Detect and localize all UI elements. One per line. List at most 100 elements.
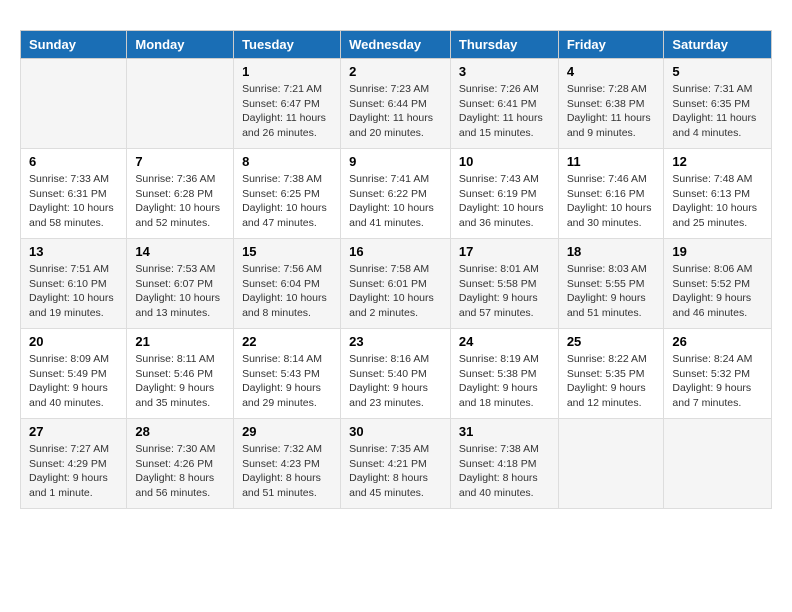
calendar-cell: 8 Sunrise: 7:38 AMSunset: 6:25 PMDaylight…	[234, 149, 341, 239]
day-number: 22	[242, 334, 332, 349]
day-number: 6	[29, 154, 118, 169]
day-number: 30	[349, 424, 442, 439]
day-number: 15	[242, 244, 332, 259]
calendar-cell: 25Sunrise: 8:22 AMSunset: 5:35 PMDayligh…	[558, 329, 664, 419]
day-number: 3	[459, 64, 550, 79]
day-number: 2	[349, 64, 442, 79]
day-number: 31	[459, 424, 550, 439]
day-info: Sunrise: 7:30 AMSunset: 4:26 PMDaylight:…	[135, 442, 225, 501]
day-info: Sunrise: 7:35 AMSunset: 4:21 PMDaylight:…	[349, 442, 442, 501]
day-info: Sunrise: 7:56 AMSunset: 6:04 PMDaylight:…	[242, 262, 332, 321]
calendar-cell	[127, 59, 234, 149]
day-info: Sunrise: 7:31 AMSunset: 6:35 PMDaylight:…	[672, 82, 763, 141]
day-number: 24	[459, 334, 550, 349]
day-number: 25	[567, 334, 656, 349]
calendar-cell: 3 Sunrise: 7:26 AMSunset: 6:41 PMDaylight…	[450, 59, 558, 149]
weekday-header-thursday: Thursday	[450, 31, 558, 59]
weekday-row: SundayMondayTuesdayWednesdayThursdayFrid…	[21, 31, 772, 59]
day-info: Sunrise: 8:11 AMSunset: 5:46 PMDaylight:…	[135, 352, 225, 411]
calendar-cell: 9Sunrise: 7:41 AMSunset: 6:22 PMDaylight…	[341, 149, 451, 239]
day-number: 4	[567, 64, 656, 79]
calendar-cell: 10 Sunrise: 7:43 AMSunset: 6:19 PMDayligh…	[450, 149, 558, 239]
day-number: 5	[672, 64, 763, 79]
weekday-header-sunday: Sunday	[21, 31, 127, 59]
day-number: 13	[29, 244, 118, 259]
day-info: Sunrise: 8:16 AMSunset: 5:40 PMDaylight:…	[349, 352, 442, 411]
day-info: Sunrise: 8:01 AMSunset: 5:58 PMDaylight:…	[459, 262, 550, 321]
day-info: Sunrise: 7:38 AMSunset: 4:18 PMDaylight:…	[459, 442, 550, 501]
calendar-cell: 1Sunrise: 7:21 AMSunset: 6:47 PMDaylight…	[234, 59, 341, 149]
day-number: 9	[349, 154, 442, 169]
day-number: 7	[135, 154, 225, 169]
day-number: 28	[135, 424, 225, 439]
day-info: Sunrise: 7:46 AMSunset: 6:16 PMDaylight:…	[567, 172, 656, 231]
weekday-header-friday: Friday	[558, 31, 664, 59]
calendar-body: 1Sunrise: 7:21 AMSunset: 6:47 PMDaylight…	[21, 59, 772, 509]
day-info: Sunrise: 7:38 AMSunset: 6:25 PMDaylight:…	[242, 172, 332, 231]
calendar-cell: 4 Sunrise: 7:28 AMSunset: 6:38 PMDaylight…	[558, 59, 664, 149]
calendar-cell: 24 Sunrise: 8:19 AMSunset: 5:38 PMDayligh…	[450, 329, 558, 419]
day-info: Sunrise: 8:03 AMSunset: 5:55 PMDaylight:…	[567, 262, 656, 321]
day-number: 16	[349, 244, 442, 259]
calendar-cell: 21 Sunrise: 8:11 AMSunset: 5:46 PMDayligh…	[127, 329, 234, 419]
day-number: 26	[672, 334, 763, 349]
calendar-header: SundayMondayTuesdayWednesdayThursdayFrid…	[21, 31, 772, 59]
day-info: Sunrise: 7:21 AMSunset: 6:47 PMDaylight:…	[242, 82, 332, 141]
calendar-cell: 28 Sunrise: 7:30 AMSunset: 4:26 PMDayligh…	[127, 419, 234, 509]
day-number: 10	[459, 154, 550, 169]
day-info: Sunrise: 7:43 AMSunset: 6:19 PMDaylight:…	[459, 172, 550, 231]
calendar-cell: 26 Sunrise: 8:24 AMSunset: 5:32 PMDayligh…	[664, 329, 772, 419]
day-info: Sunrise: 7:27 AMSunset: 4:29 PMDaylight:…	[29, 442, 118, 501]
calendar-table: SundayMondayTuesdayWednesdayThursdayFrid…	[20, 30, 772, 509]
day-number: 23	[349, 334, 442, 349]
day-info: Sunrise: 7:53 AMSunset: 6:07 PMDaylight:…	[135, 262, 225, 321]
day-number: 17	[459, 244, 550, 259]
calendar-cell: 5 Sunrise: 7:31 AMSunset: 6:35 PMDaylight…	[664, 59, 772, 149]
weekday-header-monday: Monday	[127, 31, 234, 59]
calendar-cell: 22 Sunrise: 8:14 AMSunset: 5:43 PMDayligh…	[234, 329, 341, 419]
weekday-header-tuesday: Tuesday	[234, 31, 341, 59]
calendar-cell: 15 Sunrise: 7:56 AMSunset: 6:04 PMDayligh…	[234, 239, 341, 329]
calendar-cell: 29Sunrise: 7:32 AMSunset: 4:23 PMDayligh…	[234, 419, 341, 509]
day-number: 12	[672, 154, 763, 169]
calendar-week-2: 6Sunrise: 7:33 AMSunset: 6:31 PMDaylight…	[21, 149, 772, 239]
day-info: Sunrise: 8:19 AMSunset: 5:38 PMDaylight:…	[459, 352, 550, 411]
calendar-cell	[664, 419, 772, 509]
calendar-cell: 17 Sunrise: 8:01 AMSunset: 5:58 PMDayligh…	[450, 239, 558, 329]
day-info: Sunrise: 7:58 AMSunset: 6:01 PMDaylight:…	[349, 262, 442, 321]
calendar-cell: 30 Sunrise: 7:35 AMSunset: 4:21 PMDayligh…	[341, 419, 451, 509]
day-info: Sunrise: 7:26 AMSunset: 6:41 PMDaylight:…	[459, 82, 550, 141]
weekday-header-wednesday: Wednesday	[341, 31, 451, 59]
day-number: 11	[567, 154, 656, 169]
calendar-cell: 12 Sunrise: 7:48 AMSunset: 6:13 PMDayligh…	[664, 149, 772, 239]
day-info: Sunrise: 7:36 AMSunset: 6:28 PMDaylight:…	[135, 172, 225, 231]
calendar-cell: 18Sunrise: 8:03 AMSunset: 5:55 PMDayligh…	[558, 239, 664, 329]
day-number: 27	[29, 424, 118, 439]
weekday-header-saturday: Saturday	[664, 31, 772, 59]
calendar-cell: 7 Sunrise: 7:36 AMSunset: 6:28 PMDaylight…	[127, 149, 234, 239]
day-number: 14	[135, 244, 225, 259]
calendar-cell: 13 Sunrise: 7:51 AMSunset: 6:10 PMDayligh…	[21, 239, 127, 329]
calendar-cell: 23 Sunrise: 8:16 AMSunset: 5:40 PMDayligh…	[341, 329, 451, 419]
calendar-cell: 19Sunrise: 8:06 AMSunset: 5:52 PMDayligh…	[664, 239, 772, 329]
calendar-week-4: 20Sunrise: 8:09 AMSunset: 5:49 PMDayligh…	[21, 329, 772, 419]
day-number: 29	[242, 424, 332, 439]
calendar-cell: 14 Sunrise: 7:53 AMSunset: 6:07 PMDayligh…	[127, 239, 234, 329]
calendar-week-3: 13 Sunrise: 7:51 AMSunset: 6:10 PMDayligh…	[21, 239, 772, 329]
day-number: 8	[242, 154, 332, 169]
day-info: Sunrise: 7:28 AMSunset: 6:38 PMDaylight:…	[567, 82, 656, 141]
calendar-cell: 16 Sunrise: 7:58 AMSunset: 6:01 PMDayligh…	[341, 239, 451, 329]
calendar-cell: 27 Sunrise: 7:27 AMSunset: 4:29 PMDayligh…	[21, 419, 127, 509]
day-info: Sunrise: 8:06 AMSunset: 5:52 PMDaylight:…	[672, 262, 763, 321]
day-info: Sunrise: 8:14 AMSunset: 5:43 PMDaylight:…	[242, 352, 332, 411]
day-info: Sunrise: 7:48 AMSunset: 6:13 PMDaylight:…	[672, 172, 763, 231]
day-info: Sunrise: 7:23 AMSunset: 6:44 PMDaylight:…	[349, 82, 442, 141]
calendar-cell	[21, 59, 127, 149]
calendar-cell: 31 Sunrise: 7:38 AMSunset: 4:18 PMDayligh…	[450, 419, 558, 509]
day-info: Sunrise: 7:51 AMSunset: 6:10 PMDaylight:…	[29, 262, 118, 321]
calendar-week-1: 1Sunrise: 7:21 AMSunset: 6:47 PMDaylight…	[21, 59, 772, 149]
day-info: Sunrise: 8:24 AMSunset: 5:32 PMDaylight:…	[672, 352, 763, 411]
calendar-cell: 2 Sunrise: 7:23 AMSunset: 6:44 PMDaylight…	[341, 59, 451, 149]
day-number: 21	[135, 334, 225, 349]
calendar-cell: 11 Sunrise: 7:46 AMSunset: 6:16 PMDayligh…	[558, 149, 664, 239]
